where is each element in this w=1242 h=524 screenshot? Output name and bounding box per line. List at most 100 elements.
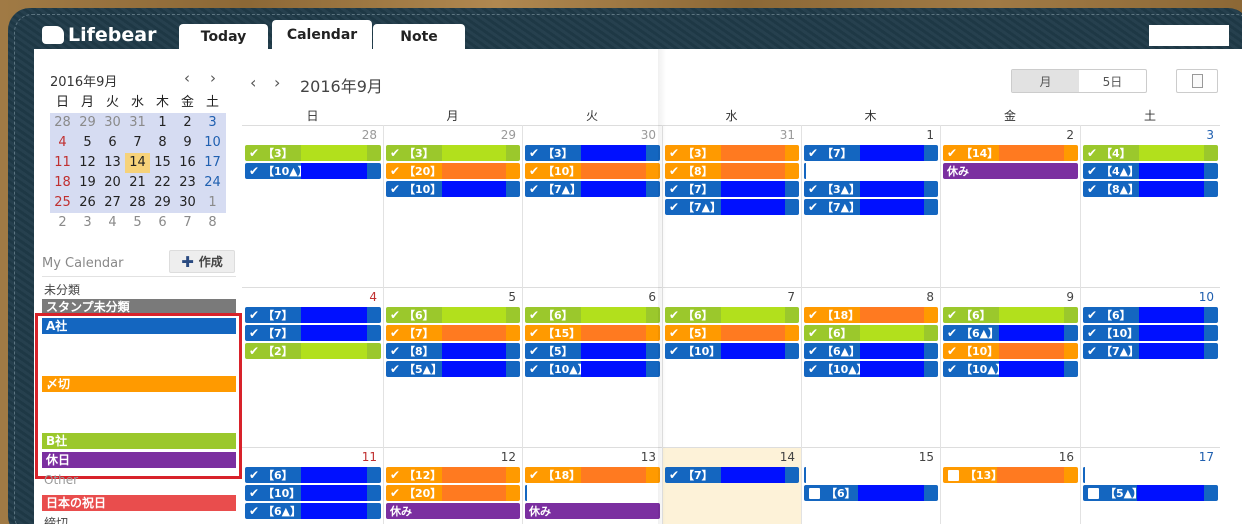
event-bar[interactable]: ✔ 【6】 bbox=[386, 307, 520, 323]
event-bar[interactable]: ✔ 【3】 bbox=[665, 145, 799, 161]
mini-day-cell[interactable]: 28 bbox=[50, 113, 75, 133]
mini-day-cell[interactable]: 26 bbox=[75, 193, 100, 213]
event-bar[interactable]: ✔ 【7▲】 bbox=[1083, 343, 1218, 359]
event-bar[interactable]: ✔ 【10】 bbox=[386, 181, 520, 197]
event-bar[interactable]: ✔ 【8】 bbox=[386, 343, 520, 359]
checkmark-icon[interactable]: ✔ bbox=[667, 145, 681, 161]
event-bar[interactable]: ✔ 【10】 bbox=[525, 163, 660, 179]
mini-day-cell[interactable]: 3 bbox=[75, 213, 100, 233]
checkmark-icon[interactable]: ✔ bbox=[806, 343, 820, 359]
checkmark-icon[interactable]: ✔ bbox=[527, 325, 541, 341]
mini-day-cell[interactable]: 18 bbox=[50, 173, 75, 193]
mini-day-cell[interactable]: 12 bbox=[75, 153, 100, 173]
redacted-event-bar[interactable] bbox=[804, 467, 807, 483]
event-bar[interactable]: ✔ 【10】 bbox=[665, 343, 799, 359]
checkmark-icon[interactable]: ✔ bbox=[247, 485, 261, 501]
event-bar[interactable]: ✔ 【10】 bbox=[943, 343, 1078, 359]
checkbox-unchecked-icon[interactable] bbox=[809, 487, 820, 499]
day-number[interactable]: 9 bbox=[1044, 290, 1074, 304]
event-bar[interactable]: ✔ 【8▲】 bbox=[1083, 181, 1218, 197]
event-bar[interactable]: 【13】 bbox=[943, 467, 1078, 483]
checkmark-icon[interactable]: ✔ bbox=[247, 307, 261, 323]
checkmark-icon[interactable]: ✔ bbox=[667, 343, 681, 359]
event-bar[interactable]: ✔ 【6▲】 bbox=[804, 343, 938, 359]
redacted-event-bar[interactable] bbox=[525, 485, 528, 501]
event-bar[interactable]: ✔ 【15】 bbox=[525, 325, 660, 341]
event-bar[interactable]: ✔ 【6】 bbox=[804, 325, 938, 341]
checkmark-icon[interactable]: ✔ bbox=[247, 145, 261, 161]
mini-day-cell[interactable]: 3 bbox=[200, 113, 225, 133]
checkbox-unchecked-icon[interactable] bbox=[1088, 487, 1099, 499]
event-bar[interactable]: ✔ 【14】 bbox=[943, 145, 1078, 161]
event-bar[interactable]: ✔ 【18】 bbox=[804, 307, 938, 323]
day-number[interactable]: 31 bbox=[765, 128, 795, 142]
event-bar[interactable]: ✔ 【7】 bbox=[804, 145, 938, 161]
mini-day-cell[interactable]: 16 bbox=[175, 153, 200, 173]
mini-day-cell[interactable]: 20 bbox=[100, 173, 125, 193]
next-month-button[interactable]: › bbox=[274, 73, 280, 92]
mini-prev-month-button[interactable]: ‹ bbox=[184, 69, 190, 87]
checkmark-icon[interactable]: ✔ bbox=[806, 199, 820, 215]
mini-day-cell[interactable]: 29 bbox=[150, 193, 175, 213]
event-bar[interactable]: ✔ 【3】 bbox=[386, 145, 520, 161]
checkmark-icon[interactable]: ✔ bbox=[388, 343, 402, 359]
event-bar[interactable]: 【6】 bbox=[804, 485, 938, 501]
event-bar[interactable]: ✔ 【7】 bbox=[386, 325, 520, 341]
mini-day-cell[interactable]: 24 bbox=[200, 173, 225, 193]
checkmark-icon[interactable]: ✔ bbox=[247, 467, 261, 483]
checkmark-icon[interactable]: ✔ bbox=[667, 199, 681, 215]
checkmark-icon[interactable]: ✔ bbox=[667, 307, 681, 323]
checkmark-icon[interactable]: ✔ bbox=[247, 325, 261, 341]
event-bar[interactable]: ✔ 【6】 bbox=[665, 307, 799, 323]
event-bar[interactable]: ✔ 【20】 bbox=[386, 485, 520, 501]
mini-day-cell[interactable]: 6 bbox=[150, 213, 175, 233]
checkmark-icon[interactable]: ✔ bbox=[945, 325, 959, 341]
account-area[interactable] bbox=[1149, 25, 1229, 46]
event-bar[interactable]: ✔ 【4】 bbox=[1083, 145, 1218, 161]
day-number[interactable]: 3 bbox=[1184, 128, 1214, 142]
checkmark-icon[interactable]: ✔ bbox=[527, 343, 541, 359]
event-bar[interactable]: ✔ 【7▲】 bbox=[665, 199, 799, 215]
mini-day-cell[interactable]: 7 bbox=[125, 133, 150, 153]
event-bar[interactable]: 【5▲】 bbox=[1083, 485, 1218, 501]
checkmark-icon[interactable]: ✔ bbox=[806, 361, 820, 377]
event-bar[interactable]: ✔ 【3】 bbox=[245, 145, 381, 161]
checkmark-icon[interactable]: ✔ bbox=[527, 467, 541, 483]
event-bar[interactable]: 休み bbox=[386, 503, 520, 519]
checkmark-icon[interactable]: ✔ bbox=[247, 343, 261, 359]
checkmark-icon[interactable]: ✔ bbox=[1085, 163, 1099, 179]
mini-day-cell[interactable]: 30 bbox=[175, 193, 200, 213]
mini-day-cell[interactable]: 17 bbox=[200, 153, 225, 173]
event-bar[interactable]: 休み bbox=[943, 163, 1078, 179]
checkmark-icon[interactable]: ✔ bbox=[806, 145, 820, 161]
checkmark-icon[interactable]: ✔ bbox=[945, 343, 959, 359]
mini-day-cell[interactable]: 22 bbox=[150, 173, 175, 193]
day-number[interactable]: 5 bbox=[486, 290, 516, 304]
checkmark-icon[interactable]: ✔ bbox=[806, 181, 820, 197]
checkmark-icon[interactable]: ✔ bbox=[247, 163, 261, 179]
create-calendar-button[interactable]: ✚ 作成 bbox=[169, 250, 235, 273]
mini-day-cell[interactable]: 1 bbox=[150, 113, 175, 133]
tab-note[interactable]: Note bbox=[373, 24, 465, 49]
checkmark-icon[interactable]: ✔ bbox=[388, 145, 402, 161]
mini-day-cell[interactable]: 9 bbox=[175, 133, 200, 153]
event-bar[interactable]: ✔ 【7】 bbox=[245, 325, 381, 341]
checkmark-icon[interactable]: ✔ bbox=[1085, 307, 1099, 323]
event-bar[interactable]: ✔ 【10▲】 bbox=[245, 163, 381, 179]
view-5day-button[interactable]: 5日 bbox=[1079, 70, 1146, 92]
mini-day-cell[interactable]: 23 bbox=[175, 173, 200, 193]
mini-day-cell[interactable]: 2 bbox=[175, 113, 200, 133]
day-number[interactable]: 17 bbox=[1184, 450, 1214, 464]
event-bar[interactable]: ✔ 【4▲】 bbox=[1083, 163, 1218, 179]
day-number[interactable]: 29 bbox=[486, 128, 516, 142]
checkmark-icon[interactable]: ✔ bbox=[527, 163, 541, 179]
day-number[interactable]: 30 bbox=[626, 128, 656, 142]
day-number[interactable]: 8 bbox=[904, 290, 934, 304]
checkmark-icon[interactable]: ✔ bbox=[527, 145, 541, 161]
checkmark-icon[interactable]: ✔ bbox=[1085, 181, 1099, 197]
mini-day-cell[interactable]: 1 bbox=[200, 193, 225, 213]
mini-day-cell[interactable]: 29 bbox=[75, 113, 100, 133]
day-number[interactable]: 15 bbox=[904, 450, 934, 464]
mini-day-cell[interactable]: 27 bbox=[100, 193, 125, 213]
prev-month-button[interactable]: ‹ bbox=[250, 73, 256, 92]
